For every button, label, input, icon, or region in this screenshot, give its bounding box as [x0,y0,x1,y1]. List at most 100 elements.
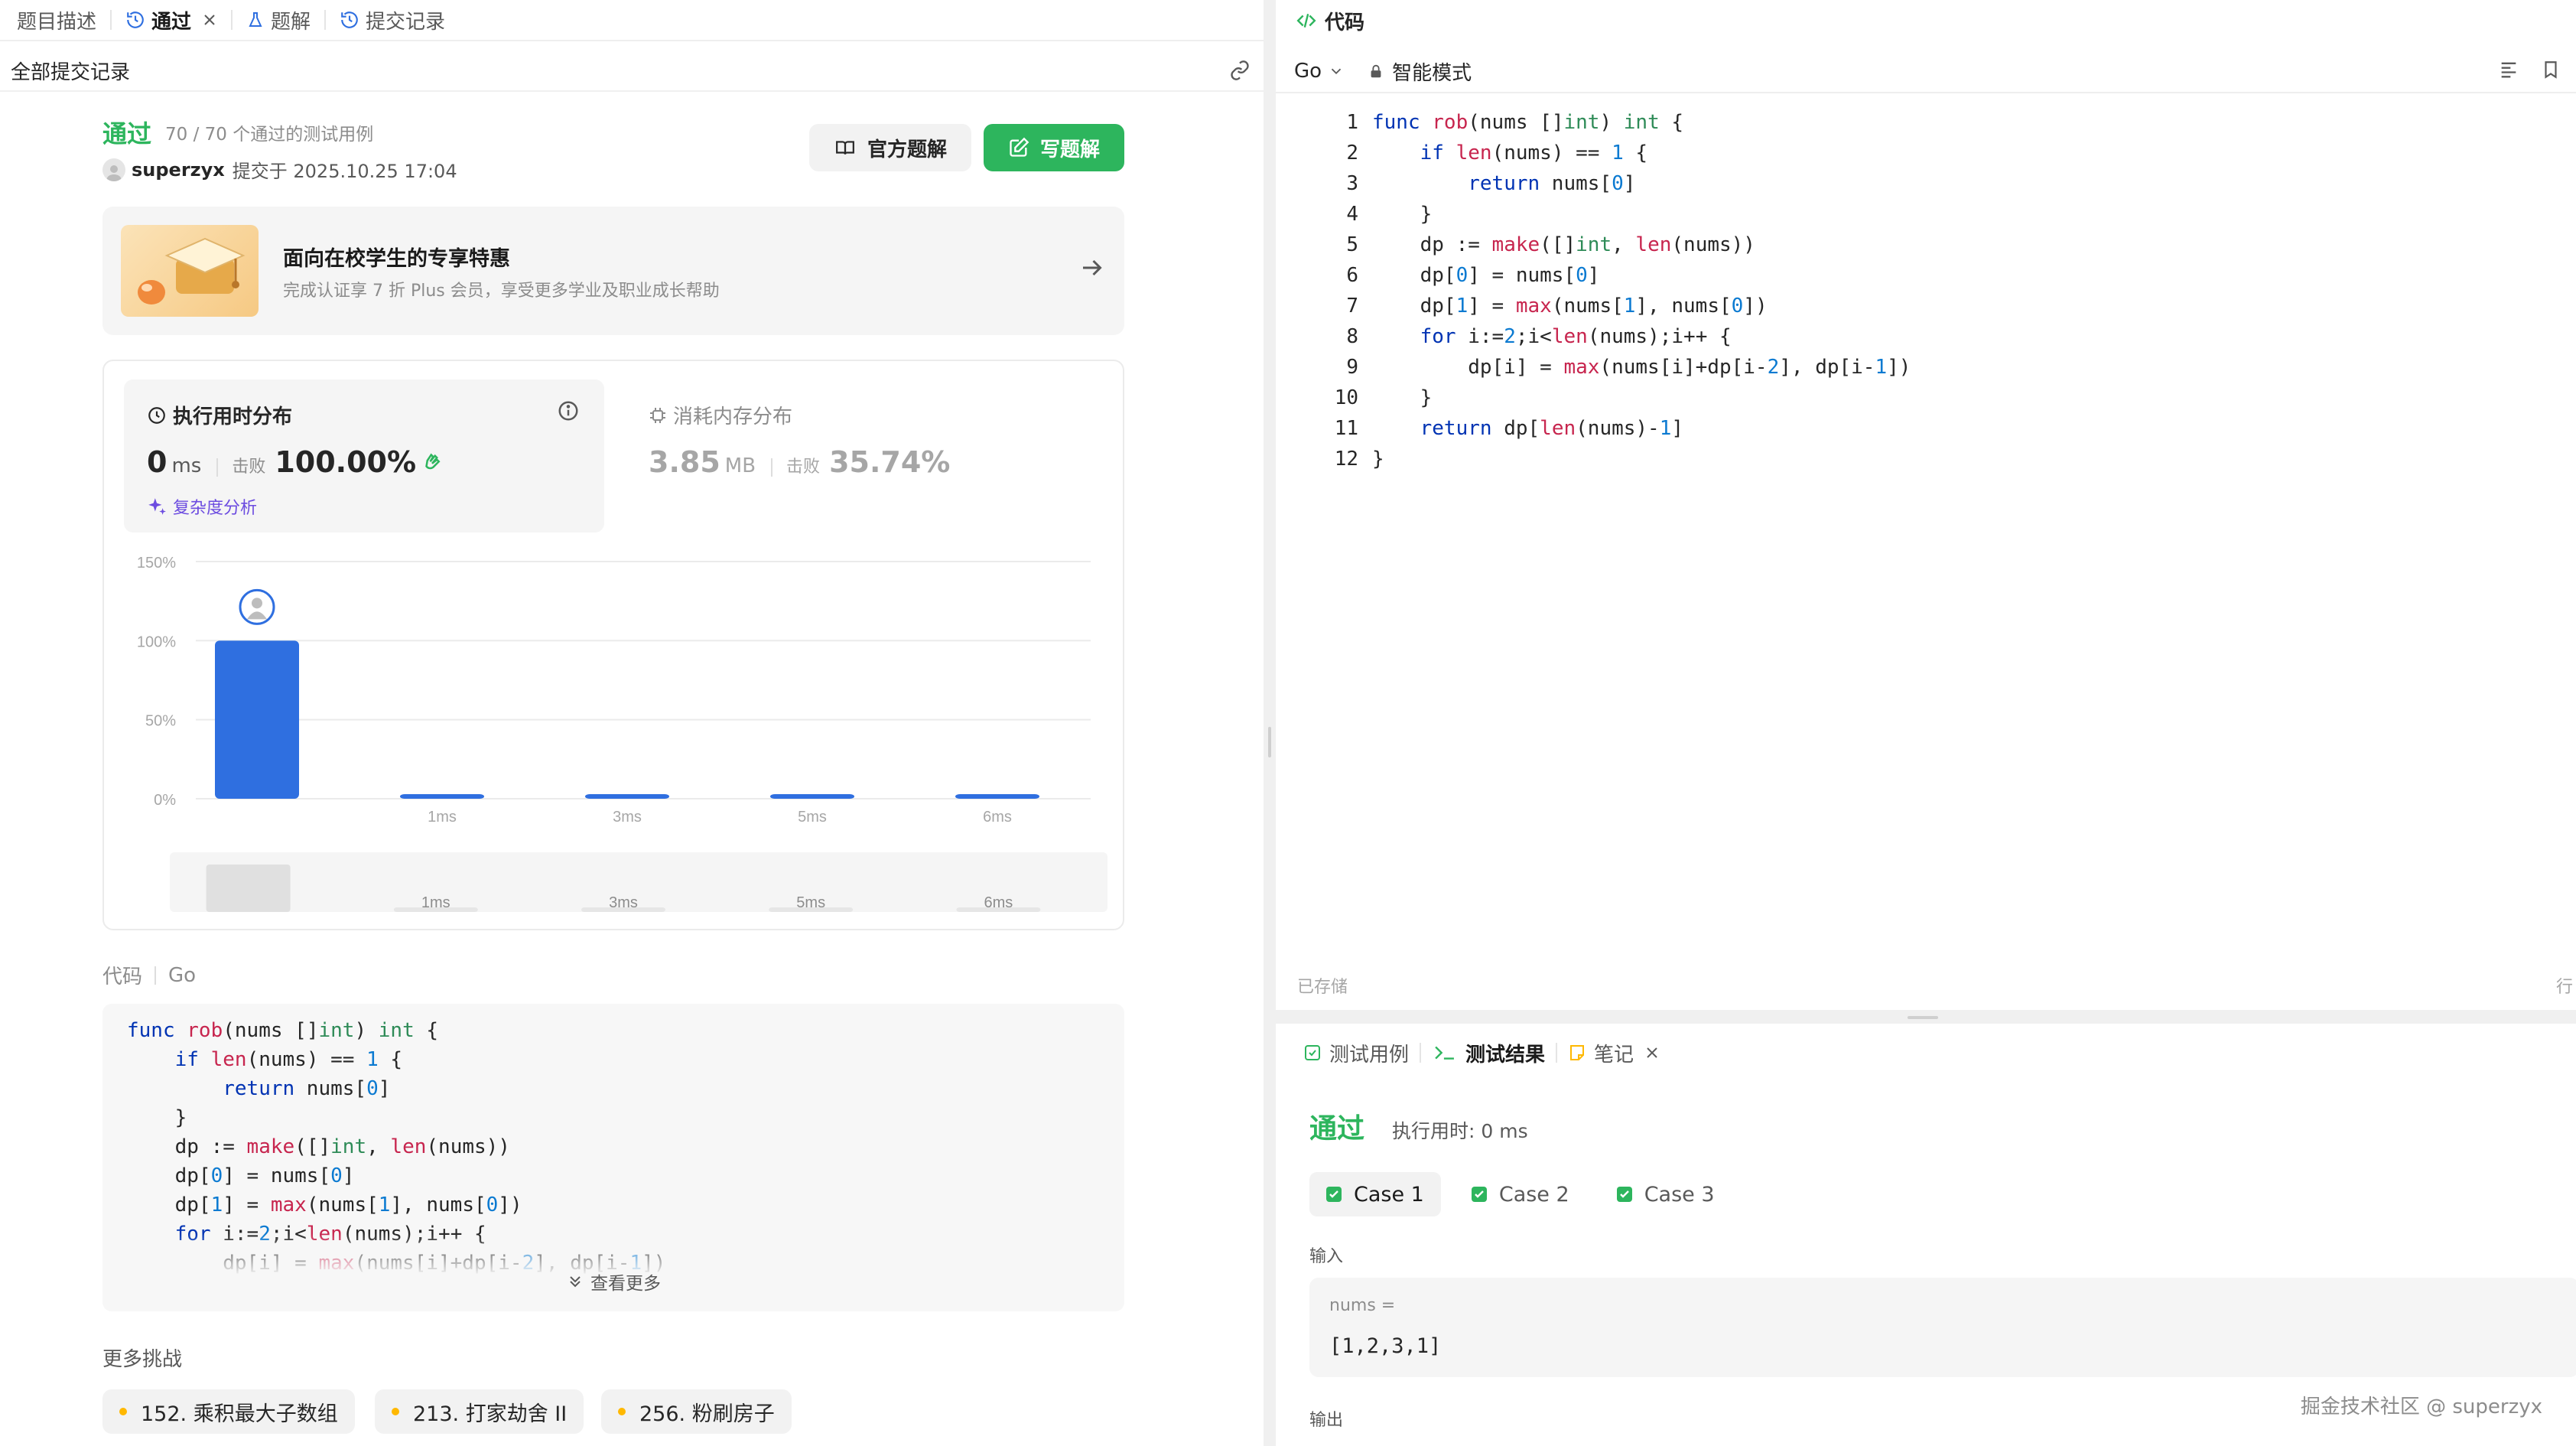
tab-accepted-label: 通过 [151,10,192,34]
case-label: Case 3 [1644,1182,1715,1207]
editor-code-line: } [1372,203,1433,226]
avatar-head [252,598,262,609]
smart-mode-label: 智能模式 [1392,61,1472,85]
graduation-cap-icon [121,225,259,317]
case-tab[interactable]: Case 1 [1309,1172,1441,1216]
tab-divider [324,10,327,30]
submitted-code-preview: func rob(nums []int) int { if len(nums) … [102,1004,1124,1311]
see-more-label: 查看更多 [590,1274,661,1294]
chart-range-navigator[interactable]: 1ms 3ms 5ms 6ms [170,852,1107,912]
left-tab-bar: 题目描述 通过 题解 提交记录 [0,0,1264,41]
tab-solutions[interactable]: 题解 [239,0,318,41]
official-solution-button[interactable]: 官方题解 [809,124,971,171]
test-panel: 测试用例 测试结果 笔记 通过 执行用时: 0 ms Case 1 Case 2… [1276,1024,2576,1446]
promo-subtitle: 完成认证享 7 折 Plus 会员，享受更多学业及职业成长帮助 [283,282,720,301]
terminal-icon [1432,1043,1465,1063]
tab-divider [110,10,112,30]
tab-solutions-label: 题解 [271,10,311,34]
code-preview-line: dp[1] = max(nums[1], nums[0]) [127,1194,522,1216]
case-tab[interactable]: Case 2 [1455,1172,1586,1216]
editor-toolbar: Go 智能模式 [1276,50,2576,93]
y-tick-label: 100% [137,633,176,650]
case-label: Case 1 [1354,1182,1424,1207]
cases-passed-text: 70 / 70 个通过的测试用例 [165,125,374,145]
navigator-label: 6ms [984,894,1013,911]
line-numbers: 1 2 3 4 5 6 7 8 9 10 11 12 [1306,107,1358,474]
tab-divider [231,10,233,30]
tab-accepted[interactable]: 通过 [118,0,225,41]
arrow-right-icon[interactable] [1078,254,1106,282]
result-runtime: 执行用时: 0 ms [1392,1120,1528,1142]
challenge-chip[interactable]: 256. 粉刷房子 [601,1389,792,1434]
username[interactable]: superzyx [132,159,225,181]
official-solution-label: 官方题解 [867,138,947,161]
watermark: 掘金技术社区 @ superzyx [2300,1396,2542,1418]
tab-code[interactable]: 代码 [1294,0,1364,41]
x-tick-label: 5ms [798,809,827,826]
more-challenges-title: 更多挑战 [102,1348,183,1371]
write-solution-label: 写题解 [1039,138,1100,161]
case-tab[interactable]: Case 3 [1600,1172,1732,1216]
submissions-subheader: 全部提交记录 [0,50,1264,92]
y-tick-label: 50% [145,713,176,730]
student-promo-banner[interactable]: 面向在校学生的专享特惠 完成认证享 7 折 Plus 会员，享受更多学业及职业成… [102,207,1124,335]
format-icon[interactable] [2498,59,2519,80]
challenge-chip[interactable]: 152. 乘积最大子数组 [102,1389,355,1434]
tab-code-label: 代码 [1325,11,1365,34]
tab-notes[interactable]: 笔记 [1557,1039,1678,1067]
line-number: 6 [1346,264,1358,287]
avatar[interactable] [102,158,125,181]
output-label: 输出 [1309,1411,1344,1430]
close-icon[interactable] [1644,1045,1667,1060]
all-submissions-link[interactable]: 全部提交记录 [11,57,130,85]
history-icon [340,10,359,30]
code-editor[interactable]: 1 2 3 4 5 6 7 8 9 10 11 12 func rob(nums []int) int… [1276,107,2576,949]
range-navigator-preview[interactable]: 1ms 3ms 5ms 6ms [170,852,1107,912]
challenge-chip[interactable]: 213. 打家劫舍 II [375,1389,584,1434]
challenge-label: 213. 打家劫舍 II [413,1402,568,1426]
editor-code-line: dp := make([]int, len(nums)) [1372,233,1755,256]
case-label: Case 2 [1498,1182,1569,1207]
vertical-splitter[interactable] [1264,0,1276,1446]
tab-test-results[interactable]: 测试结果 [1421,1039,1556,1067]
bookmark-icon[interactable] [2541,58,2561,81]
language-select[interactable]: Go [1294,60,1345,83]
edit-icon [1008,137,1040,158]
editor-code-lines[interactable]: func rob(nums []int) int { if len(nums) … [1372,107,1911,474]
splitter-handle[interactable] [1268,727,1271,757]
link-icon[interactable] [1227,60,1253,81]
line-number: 1 [1346,111,1358,134]
result-status-badge: 通过 [1309,1113,1365,1145]
tab-testcases[interactable]: 测试用例 [1293,1039,1420,1067]
editor-code-line: dp[i] = max(nums[i]+dp[i-2], dp[i-1]) [1372,356,1911,379]
history-icon [125,10,145,30]
right-pane: 代码 Go 智能模式 123 4 5 6 7 8 9 10 11 12 func… [1276,0,2576,1446]
submitted-time: 提交于 2025.10.25 17:04 [232,161,457,182]
code-editor-panel: 代码 Go 智能模式 123 4 5 6 7 8 9 10 11 12 func… [1276,0,2576,1010]
editor-code-line: func rob(nums []int) int { [1372,111,1684,134]
input-variable: nums = [1329,1296,1396,1315]
chevron-down-double-icon [566,1272,590,1291]
write-solution-button[interactable]: 写题解 [984,124,1124,171]
smart-mode-toggle[interactable]: 智能模式 [1368,57,1472,86]
splitter-handle[interactable] [1908,1016,1938,1019]
input-value: [1,2,3,1] [1329,1334,1442,1358]
close-icon[interactable] [202,12,217,28]
chart-bar [770,794,854,799]
check-icon [1326,1187,1342,1202]
tab-description[interactable]: 题目描述 [9,0,104,41]
navigator-label: 5ms [796,894,825,911]
x-tick-label: 1ms [428,809,457,826]
line-number: 11 [1334,417,1358,440]
see-more-button[interactable]: 查看更多 [102,1269,1124,1295]
line-number: 12 [1334,448,1358,471]
saved-status: 已存储 [1297,978,1348,997]
editor-toolbar-actions [2498,58,2561,81]
code-brackets-icon [1294,11,1325,31]
challenge-label: 256. 粉刷房子 [639,1402,775,1426]
tab-submissions[interactable]: 提交记录 [332,0,453,41]
chart-bar [400,794,484,799]
tab-description-label: 题目描述 [17,10,97,34]
editor-code-line: if len(nums) == 1 { [1420,142,1648,164]
code-preview-line: dp[0] = nums[0] [127,1164,355,1187]
